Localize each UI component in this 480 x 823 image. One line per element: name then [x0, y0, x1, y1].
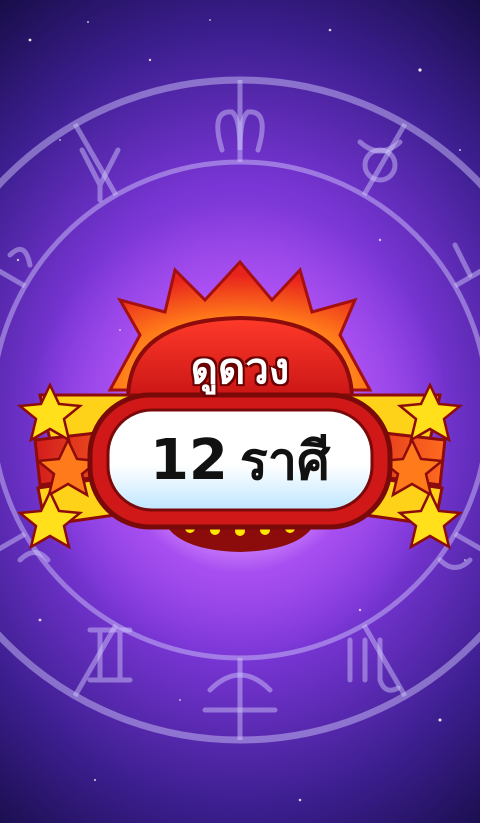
splash-screen: ดูดวง 12 ราศี — [0, 0, 480, 823]
title-number: 12 — [149, 427, 228, 493]
title-line-2: 12 ราศี — [110, 418, 370, 502]
title-word: ราศี — [239, 431, 331, 492]
app-logo — [16, 259, 464, 552]
title-line-1: ดูดวง — [190, 344, 290, 393]
